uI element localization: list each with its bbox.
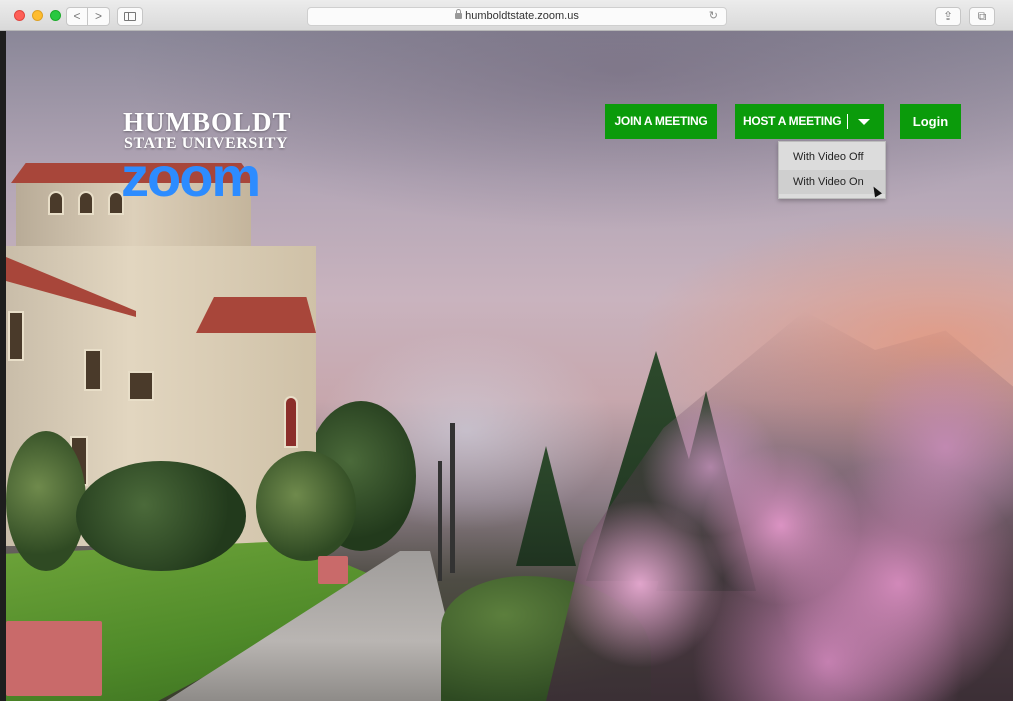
host-meeting-menu: With Video Off With Video On — [778, 141, 886, 199]
shrub — [6, 431, 86, 571]
share-icon[interactable]: ⇪ — [935, 7, 961, 26]
flowering-shrub — [546, 311, 1013, 701]
zoom-logo: zoom — [121, 145, 261, 208]
host-meeting-button[interactable]: HOST A MEETING — [735, 104, 884, 139]
zoom-window-dot[interactable] — [50, 10, 61, 21]
url-text: humboldtstate.zoom.us — [465, 10, 579, 22]
close-window-dot[interactable] — [14, 10, 25, 21]
sidebar-toggle-button[interactable] — [117, 7, 143, 26]
menu-item-video-off[interactable]: With Video Off — [779, 145, 885, 169]
wing-roof — [196, 297, 316, 333]
shrub — [256, 451, 356, 561]
forward-icon[interactable]: > — [88, 7, 110, 26]
university-name: HUMBOLDT — [123, 107, 292, 137]
reload-icon[interactable]: ↻ — [709, 8, 718, 25]
join-meeting-button[interactable]: JOIN A MEETING — [605, 104, 717, 139]
address-bar[interactable]: humboldtstate.zoom.us ↻ — [307, 7, 727, 26]
minimize-window-dot[interactable] — [32, 10, 43, 21]
building-window — [128, 371, 154, 401]
host-meeting-label: HOST A MEETING — [743, 114, 842, 128]
building-window — [48, 191, 64, 215]
button-divider — [847, 114, 848, 129]
building-window — [84, 349, 102, 391]
bench — [6, 621, 102, 696]
building-window — [78, 191, 94, 215]
bench — [318, 556, 348, 584]
login-button[interactable]: Login — [900, 104, 961, 139]
page-background: HUMBOLDT STATE UNIVERSITY zoom JOIN A ME… — [6, 31, 1013, 701]
lock-icon — [455, 9, 463, 19]
shrub — [76, 461, 246, 571]
lamp-post — [438, 461, 442, 581]
tabs-icon[interactable]: ⧉ — [969, 7, 995, 26]
back-icon[interactable]: < — [66, 7, 88, 26]
building-window — [8, 311, 24, 361]
browser-toolbar: < > humboldtstate.zoom.us ↻ ⇪ ⧉ — [0, 0, 1013, 31]
menu-item-video-on[interactable]: With Video On — [779, 170, 885, 194]
chevron-down-icon[interactable] — [858, 119, 870, 125]
building-window — [284, 396, 298, 448]
lamp-post — [450, 423, 455, 573]
sidebar-icon — [124, 12, 136, 21]
